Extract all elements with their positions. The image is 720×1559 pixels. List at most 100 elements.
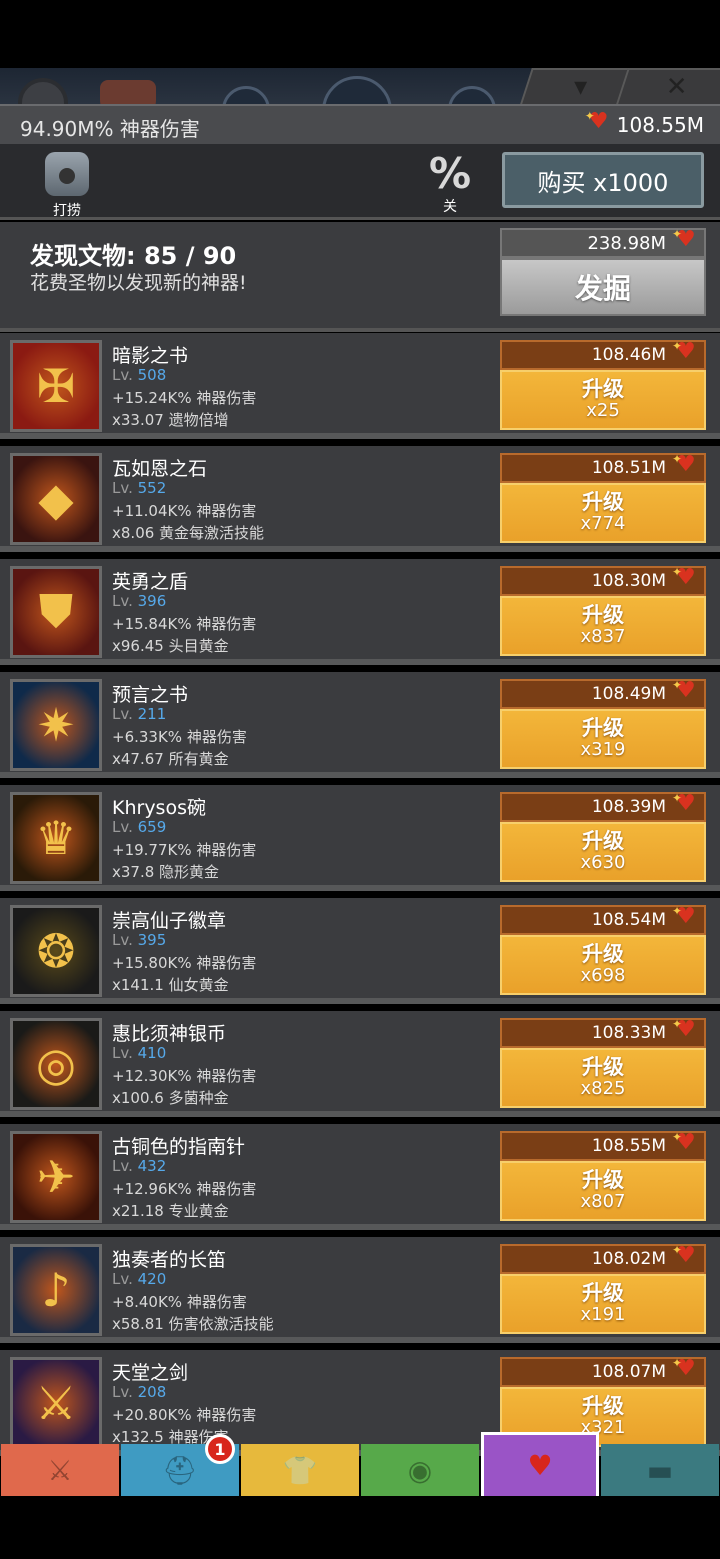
helmet-icon: ⛑ [162, 1453, 198, 1487]
artifact-damage-effect: +15.84K% 神器伤害 [112, 615, 257, 633]
upgrade-count: x630 [580, 852, 626, 873]
upgrade-button[interactable]: 升级 x825 [500, 1048, 706, 1108]
level-prefix: Lv. [112, 931, 133, 949]
shield-icon[interactable]: ⛊ [10, 566, 102, 658]
artifact-damage-effect: +11.04K% 神器伤害 [112, 502, 257, 520]
artifact-row: ⛊ 英勇之盾 Lv. 396 +15.84K% 神器伤害 x96.45 头目黄金… [0, 559, 720, 665]
fairy-badge-icon[interactable]: ❂ [10, 905, 102, 997]
artifact-bonus-effect: x37.8 隐形黄金 [112, 863, 220, 881]
upgrade-cost: 108.39M [500, 791, 706, 822]
level-prefix: Lv. [112, 479, 133, 497]
level-prefix: Lv. [112, 1383, 133, 1401]
artifact-level: Lv. 508 [112, 366, 166, 384]
level-value: 395 [137, 931, 167, 949]
upgrade-button[interactable]: 升级 x319 [500, 709, 706, 769]
upgrade-button[interactable]: 升级 x774 [500, 483, 706, 543]
bottom-nav: ▬ ♥ ◉ 👕 ⛑ ⚔ 1 [0, 1432, 720, 1496]
heavenly-sword-icon[interactable]: ⚔ [10, 1357, 102, 1449]
artifact-damage-effect: +12.96K% 神器伤害 [112, 1180, 257, 1198]
upgrade-cost: 108.07M [500, 1356, 706, 1387]
chest-icon: ▬ [646, 1453, 674, 1487]
artifact-damage-effect: +20.80K% 神器伤害 [112, 1406, 257, 1424]
clan-shield-icon[interactable] [100, 80, 156, 104]
artifact-damage-effect: +19.77K% 神器伤害 [112, 841, 257, 859]
relic-heart-icon [672, 565, 696, 591]
level-value: 420 [137, 1270, 167, 1288]
artifact-level: Lv. 211 [112, 705, 166, 723]
upgrade-cost-value: 108.39M [591, 797, 666, 817]
flute-icon[interactable]: ♪ [10, 1244, 102, 1336]
equipment-tab[interactable]: 👕 [241, 1444, 359, 1496]
upgrade-count: x25 [586, 400, 620, 421]
relics-amount: 108.55M [616, 113, 704, 137]
level-prefix: Lv. [112, 818, 133, 836]
artifact-level: Lv. 420 [112, 1270, 166, 1288]
compass-icon[interactable]: ✈ [10, 1131, 102, 1223]
relic-heart-icon [672, 904, 696, 930]
upgrade-button[interactable]: 升级 x837 [500, 596, 706, 656]
upgrade-cost-value: 108.33M [591, 1023, 666, 1043]
relic-heart-icon [672, 791, 696, 817]
relic-heart-icon [672, 339, 696, 365]
upgrade-button[interactable]: 升级 x25 [500, 370, 706, 430]
artifact-damage-total: 94.90M% 神器伤害 [20, 117, 200, 141]
upgrade-cost-value: 108.07M [591, 1362, 666, 1382]
upgrade-label: 升级 [582, 942, 624, 966]
upgrade-button[interactable]: 升级 x630 [500, 822, 706, 882]
percent-toggle[interactable]: % 关 [422, 152, 478, 216]
upgrade-button[interactable]: 升级 x698 [500, 935, 706, 995]
artifact-name: Khrysos碗 [112, 797, 206, 819]
upgrade-button[interactable]: 升级 x191 [500, 1274, 706, 1334]
artifact-row: ♛ Khrysos碗 Lv. 659 +19.77K% 神器伤害 x37.8 隐… [0, 785, 720, 891]
sword-tab[interactable]: ⚔ [1, 1444, 119, 1496]
close-icon: ✕ [665, 72, 688, 102]
discover-title: 发现文物: 85 / 90 [30, 242, 237, 270]
artifact-row: ♪ 独奏者的长笛 Lv. 420 +8.40K% 神器伤害 x58.81 伤害依… [0, 1237, 720, 1343]
system-nav-area [0, 1496, 720, 1559]
artifact-bonus-effect: x141.1 仙女黄金 [112, 976, 229, 994]
stone-amulet-icon[interactable]: ◆ [10, 453, 102, 545]
discover-button[interactable]: 发掘 [500, 258, 706, 316]
artifact-row: ◆ 瓦如恩之石 Lv. 552 +11.04K% 神器伤害 x8.06 黄金每激… [0, 446, 720, 552]
upgrade-cost: 108.51M [500, 452, 706, 483]
artifacts-tab[interactable]: ♥ [481, 1432, 599, 1496]
close-panel-button[interactable]: ✕ [616, 68, 720, 104]
artifact-level: Lv. 396 [112, 592, 166, 610]
gear-icon[interactable] [18, 78, 68, 104]
shop-tab[interactable]: ▬ [601, 1444, 719, 1496]
artifact-name: 暗影之书 [112, 345, 189, 367]
artifact-name: 古铜色的指南针 [112, 1136, 246, 1158]
level-value: 211 [137, 705, 167, 723]
upgrade-cost-value: 108.46M [591, 345, 666, 365]
artifact-damage-effect: +12.30K% 神器伤害 [112, 1067, 257, 1085]
artifact-name: 英勇之盾 [112, 571, 189, 593]
artifact-name: 瓦如恩之石 [112, 458, 208, 480]
upgrade-button[interactable]: 升级 x807 [500, 1161, 706, 1221]
level-prefix: Lv. [112, 592, 133, 610]
discover-subtitle: 花费圣物以发现新的神器! [30, 272, 247, 294]
relic-heart-icon [672, 452, 696, 478]
scavenge-button[interactable]: 打捞 [42, 152, 92, 220]
book-of-shadows-icon[interactable]: ✠ [10, 340, 102, 432]
coins-icon[interactable]: ◎ [10, 1018, 102, 1110]
artifact-damage-effect: +6.33K% 神器伤害 [112, 728, 247, 746]
level-value: 432 [137, 1157, 167, 1175]
upgrade-label: 升级 [582, 1168, 624, 1192]
golden-bowl-icon[interactable]: ♛ [10, 792, 102, 884]
upgrade-cost: 108.49M [500, 678, 706, 709]
pet-tab[interactable]: ◉ [361, 1444, 479, 1496]
artifact-level: Lv. 410 [112, 1044, 166, 1062]
book-of-prophecy-icon[interactable]: ✷ [10, 679, 102, 771]
level-value: 396 [137, 592, 167, 610]
artifact-damage-effect: +15.24K% 神器伤害 [112, 389, 257, 407]
status-bar-area [0, 0, 720, 68]
artifact-level: Lv. 659 [112, 818, 166, 836]
buy-amount-button[interactable]: 购买 x1000 [502, 152, 704, 208]
skill-orb-icon [448, 86, 496, 104]
artifact-name: 天堂之剑 [112, 1362, 189, 1384]
artifact-bonus-effect: x21.18 专业黄金 [112, 1202, 229, 1220]
relic-heart-icon [672, 227, 696, 253]
upgrade-cost: 108.30M [500, 565, 706, 596]
upgrade-count: x825 [580, 1078, 626, 1099]
artifact-row: ✠ 暗影之书 Lv. 508 +15.24K% 神器伤害 x33.07 遗物倍增… [0, 333, 720, 439]
